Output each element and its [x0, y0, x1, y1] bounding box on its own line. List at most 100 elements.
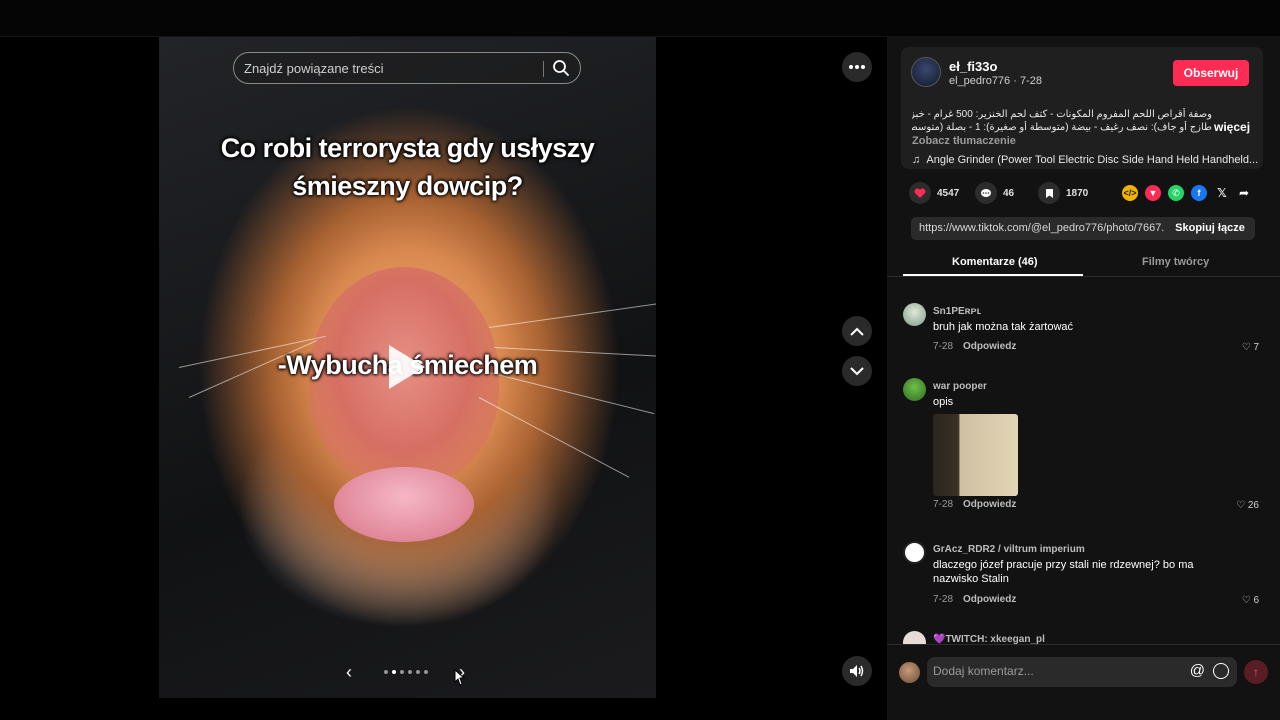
x-icon[interactable]: 𝕏 — [1214, 185, 1230, 201]
more-link[interactable]: więcej — [1214, 120, 1250, 134]
avatar[interactable] — [903, 541, 926, 564]
chevron-down-icon[interactable] — [842, 356, 872, 386]
list-item: war pooper opis 7-28 Odpowiedz ♡ 26 — [903, 378, 1265, 518]
comment-composer: Dodaj komentarz... @ ↑ — [887, 644, 1280, 720]
carousel-dot[interactable] — [400, 670, 404, 674]
chevron-up-icon[interactable] — [842, 316, 872, 346]
comment-meta: 7-28 Odpowiedz — [933, 594, 1016, 605]
caption-top-line1: Co robi terrorysta gdy usłyszy — [220, 133, 595, 163]
volume-icon[interactable] — [842, 656, 872, 686]
photo-slide[interactable]: Znajdź powiązane treści Co robi terrorys… — [159, 37, 656, 698]
avatar[interactable] — [911, 57, 941, 87]
search-icon[interactable] — [552, 59, 570, 77]
list-item: GrAcz_RDR2 / viltrum imperium dlaczego j… — [903, 541, 1265, 611]
avatar[interactable] — [903, 378, 926, 401]
comment-author[interactable]: 💜TWITCH: xkeegan_pl — [933, 634, 1045, 644]
comment-date: 7-28 — [933, 594, 954, 605]
music-note-icon: ♫ — [912, 154, 927, 166]
username[interactable]: eł_fi33o — [949, 59, 997, 74]
emoji-icon[interactable] — [1213, 663, 1229, 679]
comment-like-count: 7 — [1253, 342, 1259, 353]
send-icon[interactable]: ↑ — [1244, 660, 1268, 684]
details-panel: eł_fi33o el_pedro776 · 7-28 Obserwuj وصف… — [887, 37, 1280, 720]
tab-creator-videos[interactable]: Filmy twórcy — [1142, 256, 1209, 268]
list-item: Sn1PEʀᴘʟ bruh jak można tak żartować 7-2… — [903, 303, 1265, 353]
search-divider — [543, 61, 544, 77]
tabs: Komentarze (46) Filmy twórcy — [887, 247, 1280, 277]
related-search-bar[interactable]: Znajdź powiązane treści — [233, 52, 581, 84]
heart-icon[interactable] — [909, 182, 931, 204]
action-bar: 4547 46 1870 </> ▼ ✆ f 𝕏 ➦ — [909, 182, 1259, 204]
follow-button[interactable]: Obserwuj — [1173, 60, 1249, 86]
caption-top: Co robi terrorysta gdy usłyszy śmieszny … — [159, 129, 656, 205]
caption-top-line2: śmieszny dowcip? — [292, 171, 523, 201]
more-horizontal-icon[interactable] — [842, 52, 872, 82]
chevron-left-icon[interactable]: ‹ — [339, 661, 359, 683]
tab-comments[interactable]: Komentarze (46) — [952, 256, 1038, 268]
music-row[interactable]: ♫ Angle Grinder (Power Tool Electric Dis… — [912, 154, 1258, 166]
comment-like-count: 26 — [1247, 500, 1259, 511]
comment-like[interactable]: ♡ 6 — [1242, 595, 1259, 606]
reply-button[interactable]: Odpowiedz — [963, 341, 1016, 352]
comment-count: 46 — [1003, 187, 1015, 199]
whatsapp-icon[interactable]: ✆ — [1168, 185, 1184, 201]
comment-image[interactable] — [933, 414, 1018, 496]
comment-date: 7-28 — [933, 499, 954, 510]
avatar[interactable] — [903, 303, 926, 326]
comment-date: 7-28 — [933, 341, 954, 352]
comment-like[interactable]: ♡ 26 — [1236, 500, 1259, 511]
comment-placeholder[interactable]: Dodaj komentarz... — [933, 664, 1034, 678]
carousel-dot[interactable] — [408, 670, 412, 674]
comment-action[interactable]: 46 — [975, 182, 1014, 204]
carousel-dots — [384, 670, 428, 674]
save-action[interactable]: 1870 — [1038, 182, 1088, 204]
copy-link-button[interactable]: Skopiuj łącze — [1165, 217, 1255, 240]
cat-tongue-shape — [334, 467, 474, 542]
carousel-dot-active[interactable] — [392, 670, 396, 674]
like-count: 4547 — [937, 187, 960, 199]
translate-link[interactable]: Zobacz tłumaczenie — [912, 135, 1016, 147]
active-tab-indicator — [903, 274, 1083, 276]
play-icon[interactable] — [389, 345, 425, 389]
comments-list: Sn1PEʀᴘʟ bruh jak można tak żartować 7-2… — [887, 299, 1280, 644]
comment-text: dlaczego józef pracuje przy stali nie rd… — [933, 559, 1194, 585]
send-to-friends-icon[interactable]: ▼ — [1145, 185, 1161, 201]
comment-icon[interactable] — [975, 182, 997, 204]
avatar[interactable] — [903, 631, 926, 644]
embed-icon[interactable]: </> — [1122, 185, 1138, 201]
whisker — [488, 303, 656, 328]
save-count: 1870 — [1066, 187, 1089, 199]
comment-meta: 7-28 Odpowiedz — [933, 341, 1016, 352]
comment-like[interactable]: ♡ 7 — [1242, 342, 1259, 353]
carousel-dot[interactable] — [384, 670, 388, 674]
handle-date[interactable]: el_pedro776 · 7-28 — [949, 75, 1042, 87]
bookmark-icon[interactable] — [1038, 182, 1060, 204]
comment-input[interactable]: Dodaj komentarz... @ — [927, 657, 1237, 687]
top-bar — [0, 0, 1280, 37]
facebook-icon[interactable]: f — [1191, 185, 1207, 201]
copy-link-box: https://www.tiktok.com/@el_pedro776/phot… — [911, 217, 1255, 240]
description-line1: وصفة أقراص اللحم المفروم المكونات - كتف … — [912, 109, 1212, 120]
whisker — [478, 397, 630, 478]
reply-button[interactable]: Odpowiedz — [963, 594, 1016, 605]
description-line2: طازج أو جاف): نصف رغيف - بيضة (متوسطة أو… — [912, 122, 1212, 133]
video-stage: Znajdź powiązane treści Co robi terrorys… — [0, 37, 887, 720]
music-title[interactable]: Angle Grinder (Power Tool Electric Disc … — [926, 154, 1258, 166]
search-placeholder[interactable]: Znajdź powiązane treści — [244, 61, 383, 76]
comment-author[interactable]: Sn1PEʀᴘʟ — [933, 306, 981, 317]
carousel-dot[interactable] — [424, 670, 428, 674]
comment-author[interactable]: GrAcz_RDR2 / viltrum imperium — [933, 544, 1085, 555]
comment-like-count: 6 — [1253, 595, 1259, 606]
like-action[interactable]: 4547 — [909, 182, 959, 204]
link-url[interactable]: https://www.tiktok.com/@el_pedro776/phot… — [919, 222, 1164, 234]
reply-button[interactable]: Odpowiedz — [963, 499, 1016, 510]
carousel-dot[interactable] — [416, 670, 420, 674]
list-item: 💜TWITCH: xkeegan_pl — [903, 631, 1265, 644]
mention-icon[interactable]: @ — [1190, 662, 1205, 679]
comment-meta: 7-28 Odpowiedz — [933, 499, 1016, 510]
mouse-cursor-icon — [454, 669, 465, 686]
comment-author[interactable]: war pooper — [933, 381, 987, 392]
avatar[interactable] — [899, 662, 920, 683]
share-arrow-icon[interactable]: ➦ — [1236, 185, 1252, 201]
comment-text: bruh jak można tak żartować — [933, 321, 1074, 333]
